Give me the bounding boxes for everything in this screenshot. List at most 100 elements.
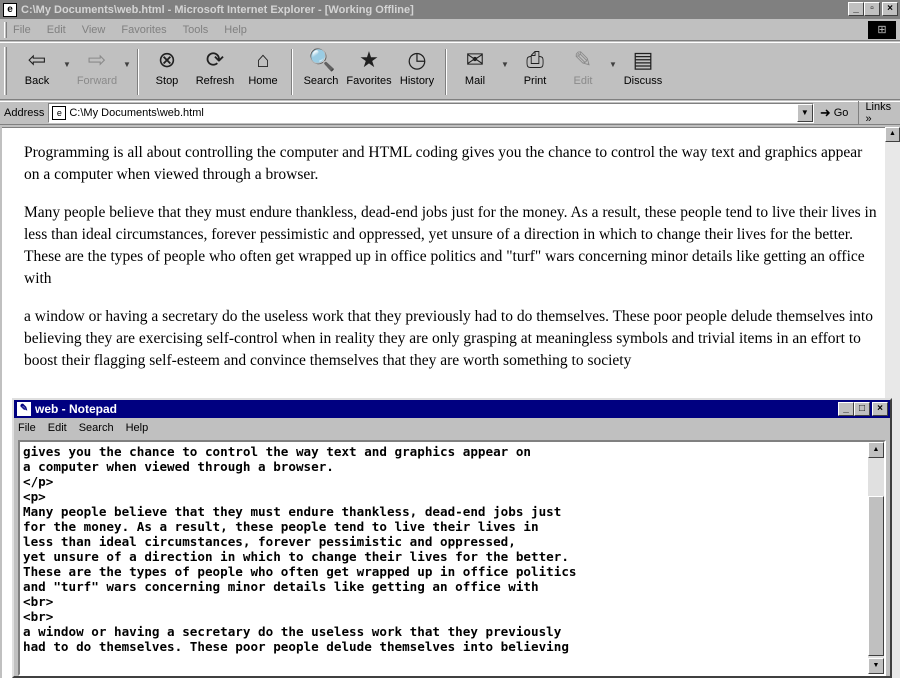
notepad-scroll-up-icon[interactable]: ▲ (868, 442, 884, 458)
notepad-window: ✎ web - Notepad _ □ × File Edit Search H… (12, 398, 892, 678)
home-label: Home (248, 75, 278, 87)
edit-dropdown-icon[interactable]: ▼ (607, 47, 619, 97)
notepad-line: <br> (23, 609, 54, 624)
address-input[interactable]: e C:\My Documents\web.html ▼ (48, 103, 814, 123)
ie-menu-bar: File Edit View Favorites Tools Help ⊞ (0, 19, 900, 41)
address-bar: Address e C:\My Documents\web.html ▼ ➜ G… (0, 101, 900, 125)
mail-label: Mail (464, 75, 486, 87)
notepad-maximize-button[interactable]: □ (854, 402, 870, 416)
toolbar-separator (291, 49, 293, 95)
stop-button[interactable]: ⊗ Stop (143, 47, 191, 97)
menu-view[interactable]: View (82, 24, 106, 36)
notepad-line: for the money. As a result, these people… (23, 519, 539, 534)
refresh-label: Refresh (195, 75, 235, 87)
toolbar-grip[interactable] (4, 47, 7, 95)
discuss-button[interactable]: ▤ Discuss (619, 47, 667, 97)
notepad-line: Many people believe that they must endur… (23, 504, 562, 519)
notepad-scroll-down-icon[interactable]: ▼ (868, 658, 884, 674)
menu-grip[interactable] (4, 21, 7, 38)
back-button[interactable]: ⇦ Back (13, 47, 61, 97)
ie-title: C:\My Documents\web.html - Microsoft Int… (21, 3, 414, 16)
notepad-scrollbar[interactable]: ▲ ▼ (868, 442, 884, 674)
forward-icon: ⇨ (87, 47, 107, 72)
back-dropdown-icon[interactable]: ▼ (61, 47, 73, 97)
address-dropdown-icon[interactable]: ▼ (796, 104, 813, 122)
go-arrow-icon: ➜ (819, 105, 831, 120)
favorites-icon: ★ (359, 47, 379, 72)
notepad-line: had to do themselves. These poor people … (23, 639, 569, 654)
history-button[interactable]: ◷ History (393, 47, 441, 97)
history-icon: ◷ (407, 47, 427, 72)
print-icon: ⎙ (526, 47, 544, 72)
print-label: Print (523, 75, 547, 87)
paragraph-3: a window or having a secretary do the us… (24, 308, 873, 369)
history-label: History (399, 75, 435, 87)
stop-label: Stop (155, 75, 179, 87)
notepad-line: yet unsure of a direction in which to ch… (23, 549, 569, 564)
notepad-menu-edit[interactable]: Edit (48, 422, 67, 434)
edit-button[interactable]: ✎ Edit (559, 47, 607, 97)
back-label: Back (24, 75, 50, 87)
notepad-text-area[interactable]: gives you the chance to control the way … (18, 440, 886, 676)
stop-icon: ⊗ (157, 47, 177, 72)
close-button[interactable]: × (882, 2, 898, 16)
notepad-menu-bar: File Edit Search Help (14, 418, 890, 438)
notepad-menu-search[interactable]: Search (79, 422, 114, 434)
notepad-line: <br> (23, 594, 54, 609)
minimize-button[interactable]: _ (848, 2, 864, 16)
notepad-minimize-button[interactable]: _ (838, 402, 854, 416)
discuss-icon: ▤ (632, 47, 654, 72)
toolbar-separator (445, 49, 447, 95)
menu-tools[interactable]: Tools (183, 24, 209, 36)
paragraph-1: Programming is all about controlling the… (24, 144, 863, 183)
home-icon: ⌂ (256, 47, 270, 72)
mail-button[interactable]: ✉ Mail (451, 47, 499, 97)
favorites-label: Favorites (346, 75, 392, 87)
go-label: Go (833, 107, 849, 119)
notepad-title-bar[interactable]: ✎ web - Notepad _ □ × (14, 400, 890, 418)
address-label: Address (4, 107, 45, 119)
ie-title-bar[interactable]: e C:\My Documents\web.html - Microsoft I… (0, 0, 900, 19)
notepad-line: </p> (23, 474, 54, 489)
notepad-title: web - Notepad (35, 402, 118, 416)
forward-dropdown-icon[interactable]: ▼ (121, 47, 133, 97)
mail-dropdown-icon[interactable]: ▼ (499, 47, 511, 97)
favorites-button[interactable]: ★ Favorites (345, 47, 393, 97)
discuss-label: Discuss (623, 75, 663, 87)
scroll-up-icon[interactable]: ▲ (885, 127, 900, 142)
paragraph-2: Many people believe that they must endur… (24, 204, 877, 287)
notepad-line: and "turf" wars concerning minor details… (23, 579, 539, 594)
menu-help[interactable]: Help (224, 24, 247, 36)
notepad-close-button[interactable]: × (872, 402, 888, 416)
edit-label: Edit (573, 75, 593, 87)
notepad-line: <p> (23, 489, 46, 504)
notepad-menu-help[interactable]: Help (126, 422, 149, 434)
windows-logo-icon: ⊞ (868, 21, 896, 39)
ie-page-icon: e (3, 2, 17, 17)
search-button[interactable]: 🔍 Search (297, 47, 345, 97)
notepad-icon: ✎ (17, 402, 31, 416)
notepad-line: gives you the chance to control the way … (23, 444, 531, 459)
forward-label: Forward (76, 75, 118, 87)
menu-file[interactable]: File (13, 24, 31, 36)
home-button[interactable]: ⌂ Home (239, 47, 287, 97)
edit-icon: ✎ (573, 47, 593, 72)
notepad-line: a window or having a secretary do the us… (23, 624, 562, 639)
notepad-scroll-thumb[interactable] (868, 496, 884, 656)
page-icon: e (52, 106, 67, 120)
links-button[interactable]: Links » (858, 101, 900, 125)
notepad-menu-file[interactable]: File (18, 422, 36, 434)
menu-favorites[interactable]: Favorites (121, 24, 166, 36)
menu-edit[interactable]: Edit (47, 24, 66, 36)
maximize-button[interactable]: ▫ (864, 2, 880, 16)
search-label: Search (303, 75, 339, 87)
notepad-line: These are the types of people who often … (23, 564, 577, 579)
print-button[interactable]: ⎙ Print (511, 47, 559, 97)
notepad-text[interactable]: gives you the chance to control the way … (20, 442, 884, 654)
address-value[interactable]: C:\My Documents\web.html (69, 107, 203, 119)
notepad-line: less than ideal circumstances, forever p… (23, 534, 516, 549)
forward-button[interactable]: ⇨ Forward (73, 47, 121, 97)
toolbar-separator (137, 49, 139, 95)
go-button[interactable]: ➜ Go (820, 105, 849, 121)
refresh-button[interactable]: ⟳ Refresh (191, 47, 239, 97)
